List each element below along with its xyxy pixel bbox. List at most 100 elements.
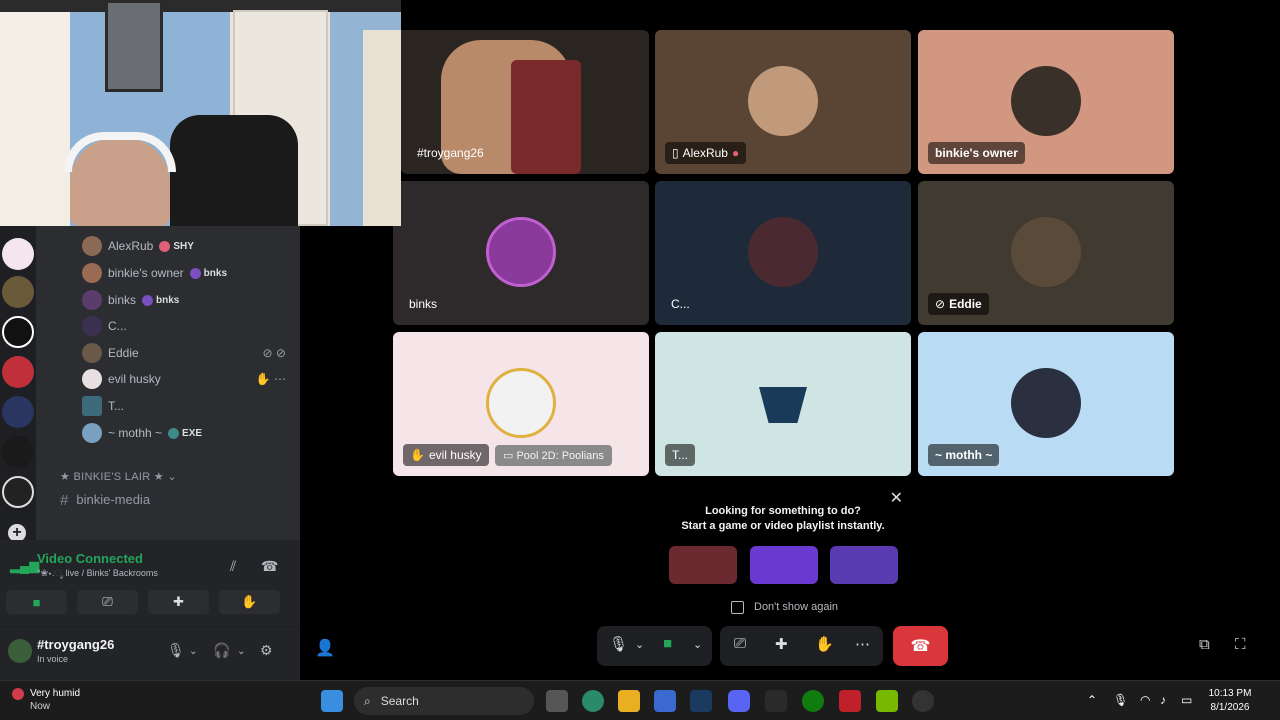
hangup-icon: ☎ <box>910 638 931 655</box>
video-tile[interactable]: ⊘ Eddie <box>918 181 1174 325</box>
voice-user-name: Eddie <box>108 346 139 360</box>
video-tile[interactable]: binks <box>393 181 649 325</box>
app-icon[interactable] <box>839 690 861 712</box>
taskbar-search[interactable]: ⌕ Search <box>354 687 534 715</box>
server-icon[interactable] <box>2 238 34 270</box>
voice-user[interactable]: Eddie <box>82 342 139 364</box>
tile-name: ⊘ Eddie <box>928 293 989 315</box>
voice-user[interactable]: ~ mothh ~ EXE <box>82 422 202 444</box>
edge-icon[interactable] <box>582 690 604 712</box>
steam-icon[interactable] <box>690 690 712 712</box>
headphones-icon[interactable]: 🎧 <box>213 642 230 659</box>
screen-share-icon[interactable]: ⎚ <box>734 635 746 652</box>
game-icon: ▭ <box>503 450 514 462</box>
nvidia-icon[interactable] <box>876 690 898 712</box>
server-icon[interactable] <box>2 436 34 468</box>
server-icon[interactable] <box>2 316 34 348</box>
volume-icon[interactable]: ♪ <box>1160 693 1166 707</box>
chevron-up-icon[interactable]: ⌃ <box>1087 693 1097 707</box>
activities-icon[interactable]: ✚ <box>775 635 788 653</box>
activity-thumbnail[interactable] <box>669 546 737 584</box>
voice-user[interactable]: binks bnks <box>82 289 179 311</box>
activities-button[interactable]: ✚ <box>148 590 209 614</box>
signal-icon: ▂▄▆ <box>10 558 40 573</box>
chevron-down-icon[interactable]: ⌄ <box>693 638 702 651</box>
task-view-icon[interactable] <box>546 690 568 712</box>
video-tile[interactable]: ~ mothh ~ <box>918 332 1174 476</box>
video-tile[interactable]: C... <box>655 181 911 325</box>
avatar <box>486 368 556 438</box>
dont-show-checkbox[interactable] <box>731 601 744 614</box>
soundboard-icon[interactable]: ✋ <box>815 635 834 653</box>
clock[interactable]: 10:13 PM 8/1/2026 <box>1200 687 1260 715</box>
camera-button[interactable]: ■ <box>6 590 67 614</box>
activity-thumbnail[interactable] <box>830 546 898 584</box>
mic-icon[interactable]: 🎙 <box>609 635 628 653</box>
user-status: In voice <box>37 654 69 664</box>
video-tile[interactable]: ▯ AlexRub ● <box>655 30 911 174</box>
voice-user-name: evil husky <box>108 372 161 386</box>
server-tag: bnks <box>142 294 179 306</box>
webcam-shelf <box>363 30 401 226</box>
soundboard-button[interactable]: ✋ <box>219 590 280 614</box>
tag-badge-icon <box>168 427 180 439</box>
voice-user-name: binkie's owner <box>108 266 184 280</box>
chevron-down-icon[interactable]: ⌄ <box>237 646 245 657</box>
mushroom-icon: ● <box>731 146 740 160</box>
video-camera-icon[interactable]: ■ <box>663 635 672 652</box>
avatar <box>1011 368 1081 438</box>
disconnect-icon[interactable]: ☎ <box>261 558 278 575</box>
chevron-down-icon[interactable]: ⌄ <box>189 646 197 657</box>
channel-list: AlexRub SHY binkie's owner bnks binks bn… <box>36 226 300 540</box>
popout-icon[interactable]: ⧉ <box>1199 636 1210 653</box>
video-tile[interactable]: #troygang26 <box>401 30 649 174</box>
screen-share-button[interactable]: ⎚ <box>77 590 138 614</box>
text-channel[interactable]: # binkie-media <box>60 492 150 509</box>
voice-user[interactable]: T... <box>82 395 124 417</box>
channel-name: binkie-media <box>76 492 151 507</box>
voice-user[interactable]: C... <box>82 315 127 337</box>
chevron-down-icon[interactable]: ⌄ <box>635 638 644 651</box>
disconnect-button[interactable]: ☎ <box>893 626 948 666</box>
video-tile[interactable]: binkie's owner <box>918 30 1174 174</box>
server-icon[interactable] <box>2 276 34 308</box>
mic-icon[interactable]: 🎙 <box>1113 693 1128 707</box>
server-icon[interactable] <box>2 396 34 428</box>
invite-icon[interactable]: 👤 <box>315 638 335 658</box>
file-explorer-icon[interactable] <box>618 690 640 712</box>
more-icon[interactable]: ⋯ <box>855 635 870 653</box>
activity-thumbnail[interactable] <box>750 546 818 584</box>
video-tile[interactable]: ✋ evil husky ▭ Pool 2D: Poolians <box>393 332 649 476</box>
activity-badge[interactable]: ▭ Pool 2D: Poolians <box>495 445 612 466</box>
voice-location[interactable]: °❀⋆.ೃ live / Binks' Backrooms <box>37 568 158 579</box>
obs-icon[interactable] <box>912 690 934 712</box>
server-icon[interactable] <box>2 476 34 508</box>
settings-gear-icon[interactable]: ⚙ <box>260 642 273 659</box>
windows-start-icon[interactable] <box>321 690 343 712</box>
store-icon[interactable] <box>654 690 676 712</box>
discord-icon[interactable] <box>728 690 750 712</box>
tag-badge-icon <box>159 240 171 252</box>
popup-subtitle: Start a game or video playlist instantly… <box>681 520 885 532</box>
avatar <box>82 369 102 389</box>
voice-user[interactable]: binkie's owner bnks <box>82 262 227 284</box>
wifi-icon[interactable]: ◠ <box>1140 693 1150 707</box>
voice-user[interactable]: AlexRub SHY <box>82 235 194 257</box>
fullscreen-icon[interactable]: ⛶ <box>1235 636 1246 653</box>
audio-video-controls: 🎙 ⌄ ■ ⌄ <box>597 626 712 666</box>
channel-category[interactable]: ★ BINKIE'S LAIR ★ ⌄ <box>60 470 177 483</box>
video-tile[interactable]: T... <box>655 332 911 476</box>
avatar[interactable] <box>8 639 32 663</box>
xbox-icon[interactable] <box>802 690 824 712</box>
mic-icon[interactable]: 🎙 <box>167 642 185 659</box>
voice-user-name: C... <box>108 319 127 333</box>
avatar <box>82 343 102 363</box>
voice-user[interactable]: evil husky <box>82 368 161 390</box>
g-hub-icon[interactable] <box>765 690 787 712</box>
user-name[interactable]: #troygang26 <box>37 637 114 652</box>
server-icon[interactable] <box>2 356 34 388</box>
voice-status-panel: ▂▄▆ Video Connected °❀⋆.ೃ live / Binks' … <box>0 540 300 626</box>
noise-suppression-icon[interactable]: ⫽ <box>230 558 236 575</box>
battery-icon[interactable]: ▭ <box>1181 693 1192 707</box>
tile-name: C... <box>671 297 690 311</box>
